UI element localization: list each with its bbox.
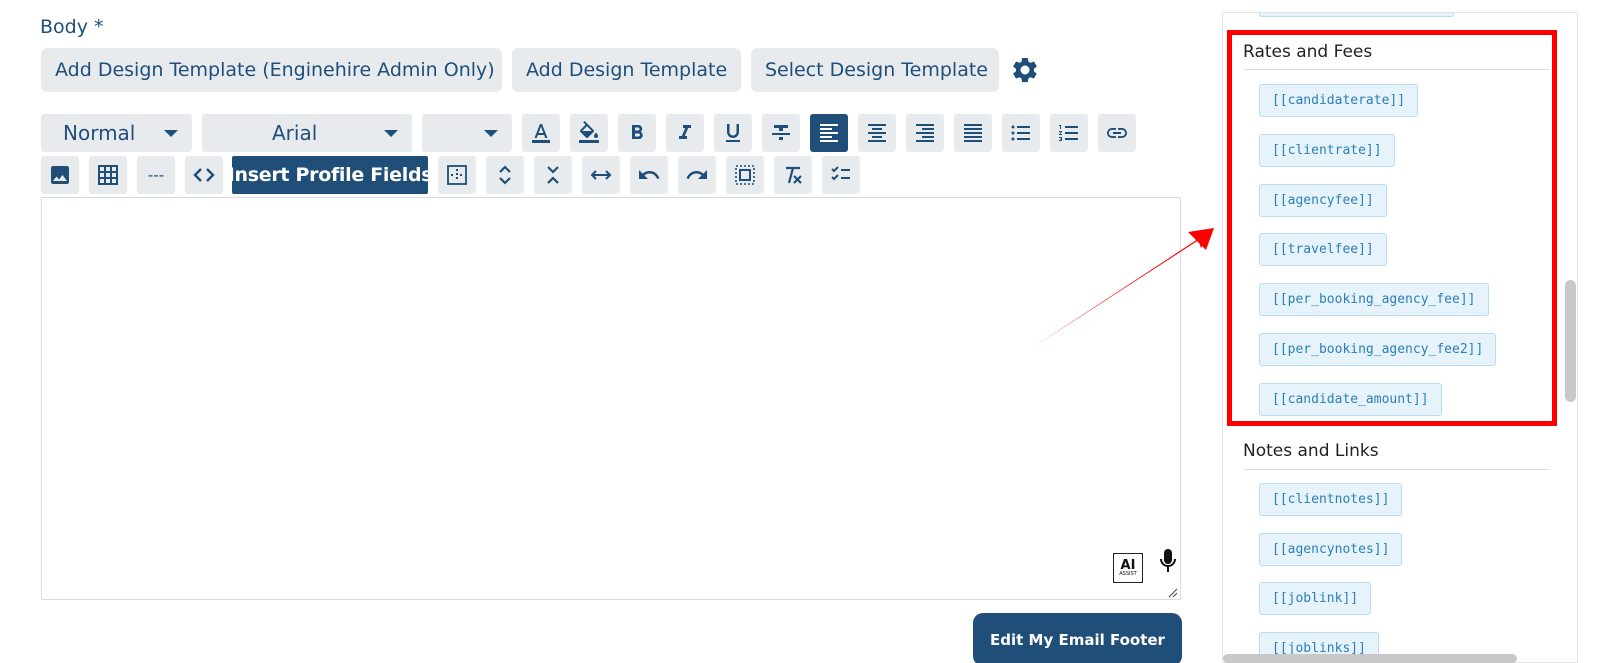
highlight-color-button[interactable] xyxy=(570,114,608,152)
redo-icon xyxy=(686,170,707,179)
bold-icon xyxy=(632,125,643,139)
underline-button[interactable] xyxy=(714,114,752,152)
clear-formatting-button[interactable] xyxy=(774,156,812,194)
add-design-template-admin-button[interactable]: Add Design Template (Enginehire Admin On… xyxy=(41,48,502,92)
select-block-button[interactable] xyxy=(726,156,764,194)
italic-icon xyxy=(679,125,691,139)
align-justify-icon xyxy=(964,124,982,142)
undo-button[interactable] xyxy=(630,156,668,194)
align-justify-button[interactable] xyxy=(954,114,992,152)
table-icon xyxy=(98,165,118,185)
chevron-down-icon xyxy=(164,129,178,137)
field-chip[interactable]: [[joblink]] xyxy=(1259,582,1372,615)
undo-icon xyxy=(639,170,660,179)
link-icon xyxy=(1107,128,1127,138)
code-icon xyxy=(193,168,215,182)
strikethrough-icon xyxy=(772,125,790,140)
table-button[interactable] xyxy=(89,156,127,194)
expand-horizontal-button[interactable] xyxy=(582,156,620,194)
resize-handle-icon[interactable] xyxy=(1168,588,1178,598)
size-select[interactable] xyxy=(422,114,512,152)
unfold-more-icon xyxy=(499,165,511,185)
partial-chip xyxy=(1259,13,1454,17)
strikethrough-button[interactable] xyxy=(762,114,800,152)
ai-assist-subtext: ASSIST xyxy=(1119,571,1137,577)
bullet-list-icon xyxy=(1011,125,1030,141)
numbered-list-icon xyxy=(1059,125,1078,141)
horizontal-rule-label: --- xyxy=(147,166,165,184)
checklist-icon xyxy=(831,166,850,181)
style-select[interactable]: Normal xyxy=(41,114,192,152)
clear-format-icon xyxy=(786,166,802,184)
horizontal-arrows-icon xyxy=(590,170,612,180)
italic-button[interactable] xyxy=(666,114,704,152)
field-chip[interactable]: [[agencynotes]] xyxy=(1259,533,1403,566)
select-block-icon xyxy=(735,165,755,185)
collapse-vertical-button[interactable] xyxy=(534,156,572,194)
add-design-template-button[interactable]: Add Design Template xyxy=(512,48,741,92)
align-right-icon xyxy=(916,124,934,142)
select-all-button[interactable] xyxy=(438,156,476,194)
numbered-list-button[interactable] xyxy=(1050,114,1088,152)
select-design-template-button[interactable]: Select Design Template xyxy=(751,48,999,92)
section-title-notes-links: Notes and Links xyxy=(1243,441,1379,461)
edit-email-footer-button[interactable]: Edit My Email Footer xyxy=(973,613,1182,663)
font-color-button[interactable] xyxy=(522,114,560,152)
align-center-icon xyxy=(868,124,886,142)
checklist-button[interactable] xyxy=(822,156,860,194)
microphone-icon[interactable] xyxy=(1156,547,1180,575)
align-left-button[interactable] xyxy=(810,114,848,152)
font-select-value: Arial xyxy=(272,121,318,145)
image-button[interactable] xyxy=(41,156,79,194)
field-chip[interactable]: [[clientnotes]] xyxy=(1259,483,1403,516)
highlight-box xyxy=(1227,30,1557,426)
chevron-down-icon xyxy=(484,129,498,137)
align-left-icon xyxy=(820,124,838,142)
bullet-list-button[interactable] xyxy=(1002,114,1040,152)
align-center-button[interactable] xyxy=(858,114,896,152)
code-view-button[interactable] xyxy=(185,156,223,194)
font-color-icon xyxy=(532,124,550,143)
style-select-value: Normal xyxy=(63,121,136,145)
bold-button[interactable] xyxy=(618,114,656,152)
link-button[interactable] xyxy=(1098,114,1136,152)
font-select[interactable]: Arial xyxy=(202,114,412,152)
horizontal-scrollbar[interactable] xyxy=(1223,654,1517,663)
align-right-button[interactable] xyxy=(906,114,944,152)
dotted-square-icon xyxy=(447,165,467,185)
body-label: Body * xyxy=(40,16,104,38)
editor-area[interactable] xyxy=(41,197,1181,600)
chevron-down-icon xyxy=(384,129,398,137)
underline-icon xyxy=(726,124,740,142)
insert-profile-fields-button[interactable]: Insert Profile Fields xyxy=(228,156,433,194)
vertical-scrollbar[interactable] xyxy=(1565,280,1576,402)
image-icon xyxy=(51,166,69,184)
paint-bucket-icon xyxy=(579,121,599,143)
horizontal-rule-button[interactable]: --- xyxy=(137,156,175,194)
ai-assist-icon[interactable]: AI ASSIST xyxy=(1113,553,1143,583)
redo-button[interactable] xyxy=(678,156,716,194)
unfold-less-icon xyxy=(547,166,559,184)
expand-vertical-button[interactable] xyxy=(486,156,524,194)
gear-icon[interactable] xyxy=(1010,55,1040,85)
section-divider xyxy=(1243,469,1550,470)
